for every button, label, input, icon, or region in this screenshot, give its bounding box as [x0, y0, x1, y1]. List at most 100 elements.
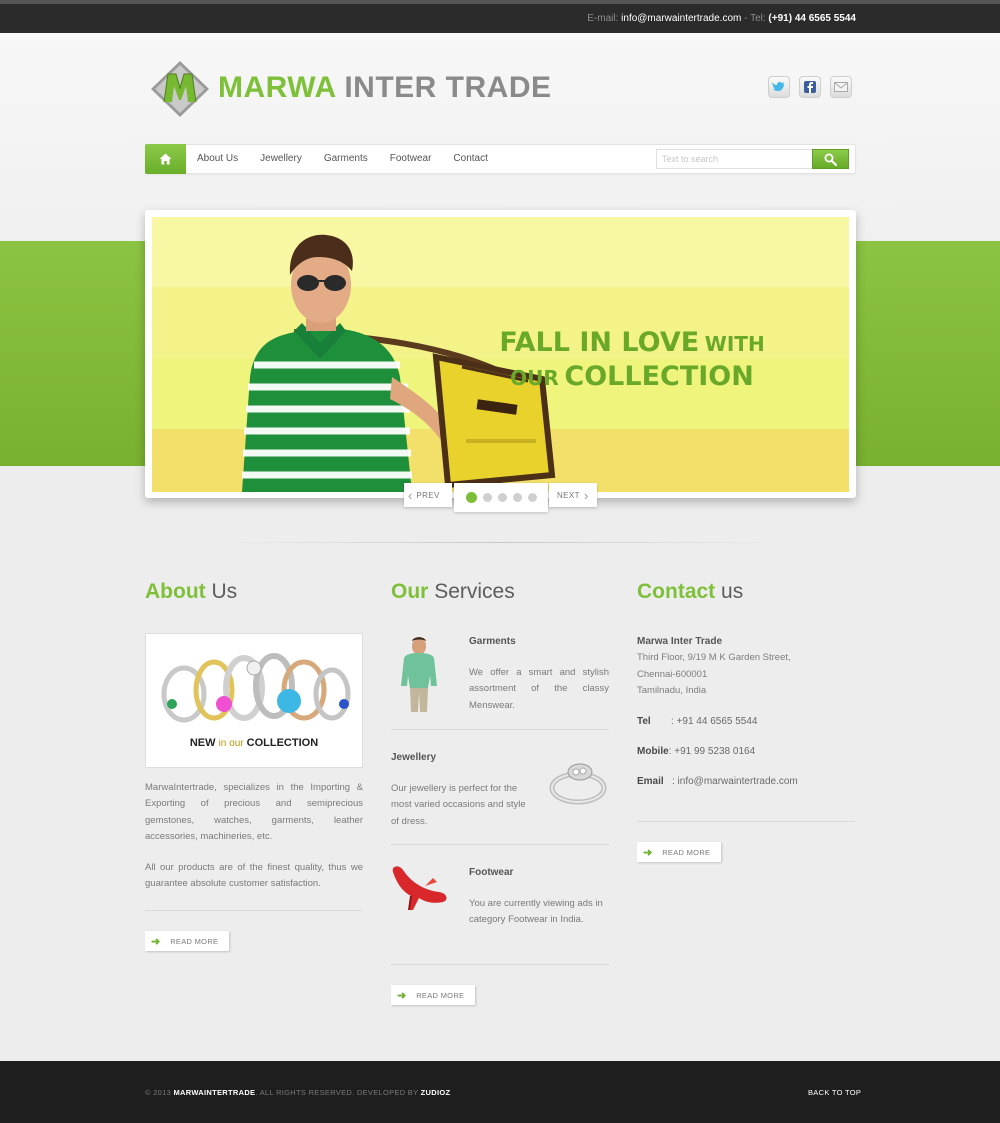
slider-next-button[interactable]: NEXT › [549, 483, 597, 507]
search-input[interactable] [656, 149, 813, 169]
facebook-button[interactable] [799, 76, 821, 98]
rings-icon [161, 653, 351, 723]
services-title-rest: Services [434, 580, 515, 603]
footer-developer[interactable]: ZUDIOZ [421, 1088, 451, 1097]
logo-word-marwa: MARWA [218, 71, 336, 104]
contact-title-highlight: Contact [637, 580, 716, 603]
rings-collection-image: NEW in our COLLECTION [145, 633, 363, 768]
chevron-left-icon: ‹ [408, 487, 413, 503]
slide-headline-line1b: WITH [704, 332, 765, 356]
slide-headline-line2b: COLLECTION [564, 361, 754, 392]
rings-caption: NEW in our COLLECTION [146, 737, 362, 749]
twitter-button[interactable] [768, 76, 790, 98]
nav-item-garments[interactable]: Garments [324, 145, 379, 173]
contact-title-rest: us [721, 580, 744, 603]
slider-dot-4[interactable] [512, 493, 522, 502]
slider-prev-button[interactable]: ‹ PREV [404, 483, 452, 507]
top-tel-value: (+91) 44 6565 5544 [768, 13, 856, 24]
hero-slide[interactable]: FALL IN LOVE WITH OUR COLLECTION [152, 217, 849, 492]
logo-text: MARWA INTER TRADE [218, 71, 552, 105]
contact-email-value[interactable]: : info@marwaintertrade.com [672, 776, 798, 787]
rings-caption-in-our: in our [218, 738, 244, 749]
arrow-right-icon: ➜ [151, 935, 161, 948]
chevron-right-icon: › [583, 487, 589, 503]
footer-copyright: © 2013 MARWAINTERTRADE. ALL RIGHTS RESER… [145, 1088, 450, 1097]
slider-dot-3[interactable] [497, 493, 507, 502]
nav-item-footwear[interactable]: Footwear [390, 145, 443, 173]
home-icon [159, 153, 172, 165]
slider-dot-5[interactable] [527, 493, 537, 502]
contact-address-line2: Chennai-600001 [637, 668, 708, 680]
service-footwear-heading: Footwear [469, 867, 514, 878]
nav-item-contact[interactable]: Contact [453, 145, 498, 173]
service-rule-3 [391, 964, 609, 965]
contact-mobile-value: : +91 99 5238 0164 [668, 746, 756, 757]
about-title: About Us [145, 580, 237, 604]
nav-item-about-us[interactable]: About Us [197, 145, 249, 173]
slider-prev-label: PREV [416, 490, 440, 500]
top-bar: E-mail: info@marwaintertrade.com - Tel: … [0, 0, 1000, 33]
slider-pagination [454, 483, 548, 512]
about-read-more-button[interactable]: ➜ READ MORE [145, 931, 229, 951]
twitter-icon [768, 76, 790, 98]
nav-item-jewellery[interactable]: Jewellery [260, 145, 313, 173]
about-title-rest: Us [211, 580, 238, 603]
about-paragraph-2: All our products are of the finest quali… [145, 862, 363, 890]
section-divider [220, 542, 780, 543]
service-rule-2 [391, 844, 609, 845]
contact-read-more-button[interactable]: ➜ READ MORE [637, 842, 721, 862]
slider-dot-2[interactable] [482, 493, 492, 502]
arrow-right-icon: ➜ [643, 846, 653, 859]
garments-thumbnail [401, 637, 437, 712]
contact-tel-value: : +91 44 6565 5544 [671, 716, 758, 727]
about-rule [145, 910, 363, 911]
mail-button[interactable] [830, 76, 852, 98]
services-read-more-label: READ MORE [416, 990, 465, 1000]
main-navigation: About Us Jewellery Garments Footwear Con… [145, 144, 856, 174]
site-logo[interactable]: MARWA INTER TRADE [150, 60, 551, 120]
contact-title: Contact us [637, 580, 743, 604]
services-read-more-button[interactable]: ➜ READ MORE [391, 985, 475, 1005]
contact-tel: Tel : +91 44 6565 5544 [637, 716, 757, 727]
contact-address-line3: Tamilnadu, India [637, 684, 707, 696]
service-rule-1 [391, 729, 609, 730]
contact-tel-label: Tel [637, 716, 651, 727]
about-read-more-label: READ MORE [170, 936, 219, 946]
contact-rule [637, 821, 855, 822]
arrow-right-icon: ➜ [397, 989, 407, 1002]
slide-headline: FALL IN LOVE WITH OUR COLLECTION [482, 327, 782, 395]
search-icon [824, 153, 837, 166]
service-garments-text: We offer a smart and stylish assortment … [469, 667, 609, 711]
contact-mobile: Mobile: +91 99 5238 0164 [637, 746, 755, 757]
service-footwear-text: You are currently viewing ads in categor… [469, 898, 603, 926]
contact-email-label: Email [637, 776, 664, 787]
top-contact-info: E-mail: info@marwaintertrade.com - Tel: … [587, 13, 856, 24]
rings-caption-collection: COLLECTION [246, 737, 319, 749]
home-button[interactable] [145, 144, 186, 174]
top-email-link[interactable]: info@marwaintertrade.com [621, 13, 741, 24]
logo-m-icon [151, 61, 209, 117]
footer-brand[interactable]: MARWAINTERTRADE [174, 1088, 256, 1097]
contact-email: Email : info@marwaintertrade.com [637, 776, 798, 787]
services-title: Our Services [391, 580, 515, 604]
footwear-shoe-thumbnail [392, 866, 447, 911]
jewellery-ring-thumbnail [549, 763, 607, 805]
footer-copy-prefix: © 2013 [145, 1088, 172, 1097]
top-tel-label: - Tel: [744, 13, 766, 24]
footer-copy-mid: . ALL RIGHTS RESERVED. DEVELOPED BY [255, 1088, 419, 1097]
mail-icon [830, 76, 852, 98]
services-title-highlight: Our [391, 580, 429, 603]
site-footer: © 2013 MARWAINTERTRADE. ALL RIGHTS RESER… [0, 1061, 1000, 1123]
service-jewellery-heading: Jewellery [391, 752, 437, 763]
contact-address-line1: Third Floor, 9/19 M K Garden Street, [637, 652, 791, 664]
about-paragraph-1: MarwaIntertrade, specializes in the Impo… [145, 782, 363, 842]
contact-read-more-label: READ MORE [662, 847, 711, 857]
nav-menu: About Us Jewellery Garments Footwear Con… [197, 145, 510, 173]
about-title-highlight: About [145, 580, 206, 603]
slider-dot-1[interactable] [465, 492, 477, 503]
back-to-top-link[interactable]: BACK TO TOP [808, 1088, 861, 1097]
slide-headline-line1a: FALL IN LOVE [499, 327, 700, 358]
search-button[interactable] [812, 149, 849, 169]
top-email-label: E-mail: [587, 13, 619, 24]
slide-headline-line2a: OUR [510, 366, 559, 390]
